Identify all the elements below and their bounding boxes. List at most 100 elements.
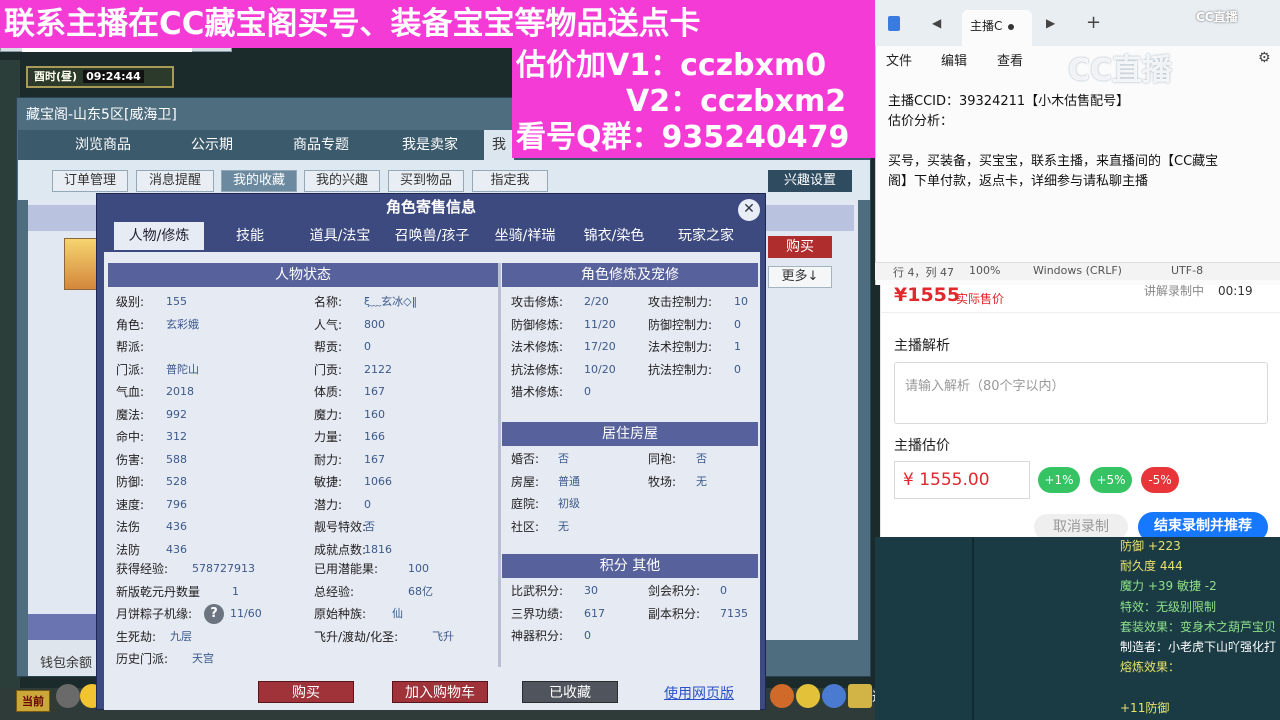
equipment-line: 防御 +223: [1120, 539, 1181, 553]
house-label: 庭院:: [511, 497, 540, 511]
notepad-tab-title: 主播C: [970, 19, 1003, 33]
minus-5-percent-button[interactable]: -5%: [1141, 467, 1179, 493]
analysis-input[interactable]: 请输入解析（80个字以内）: [894, 362, 1268, 424]
cultivation-value: 0: [584, 385, 591, 398]
notepad-line-2[interactable]: 估价分析：: [888, 112, 953, 132]
close-icon[interactable]: ✕: [738, 199, 760, 221]
status-value: 1066: [364, 475, 392, 488]
promo-banner-top: 联系主播在CC藏宝阁买号、装备宝宝等物品送点卡: [0, 0, 875, 48]
house-label: 房屋:: [511, 475, 540, 489]
equipment-line: 耐久度 444: [1120, 559, 1183, 573]
tab-skills[interactable]: 技能: [210, 222, 290, 250]
help-icon[interactable]: ?: [204, 604, 224, 624]
house-value: 无: [558, 520, 569, 533]
tab-items[interactable]: 道具/法宝: [296, 222, 384, 250]
notepad-line-1[interactable]: 主播CCID：39324211【小木估售配号】: [888, 92, 1129, 112]
nav-tab-public[interactable]: 公示期: [158, 130, 266, 160]
tab-pets[interactable]: 召唤兽/孩子: [386, 222, 478, 250]
status-label: 法伤: [116, 520, 141, 534]
recording-label: 讲解录制中: [1144, 284, 1205, 298]
menu-file[interactable]: 文件: [886, 50, 912, 69]
tab-mounts[interactable]: 坐骑/祥瑞: [482, 222, 568, 250]
equipment-line: 魔力 +39 敏捷 -2: [1120, 579, 1217, 593]
status-value: 1816: [364, 543, 392, 556]
mic-icon[interactable]: [56, 684, 80, 708]
add-to-cart-button[interactable]: 加入购物车: [392, 681, 488, 703]
settings-gear-icon[interactable]: ⚙: [1258, 50, 1271, 66]
status-label: 法防: [116, 543, 141, 557]
status-value: 992: [166, 408, 187, 421]
tabs-back-icon[interactable]: ◀: [932, 16, 941, 30]
subnav-interests[interactable]: 我的兴趣: [304, 170, 380, 192]
status-value: 155: [166, 295, 187, 308]
status-value: 0: [364, 340, 371, 353]
smile-icon[interactable]: [796, 684, 820, 708]
recording-status: 讲解录制中 00:19: [1144, 282, 1253, 299]
character-avatar[interactable]: [64, 238, 100, 290]
status-label: 体质:: [314, 385, 343, 399]
nav-tab-topics[interactable]: 商品专题: [266, 130, 376, 160]
status-value: 166: [364, 430, 385, 443]
subnav-designated[interactable]: 指定我: [472, 170, 548, 192]
status-label: 力量:: [314, 430, 343, 444]
menu-edit[interactable]: 编辑: [941, 50, 967, 69]
status-eol: Windows (CRLF): [1033, 264, 1122, 277]
status-label: 帮派:: [116, 340, 145, 354]
computer-icon[interactable]: [848, 684, 872, 708]
status-value: 玄彩娥: [166, 318, 199, 331]
notepad-statusbar: 行 4，列 47 100% Windows (CRLF) UTF-8: [875, 262, 1280, 280]
tab-character[interactable]: 人物/修炼: [114, 222, 204, 250]
buy-button[interactable]: 购买: [258, 681, 354, 703]
status-label: 耐力:: [314, 453, 343, 467]
pet-icon[interactable]: [822, 684, 846, 708]
interest-settings-button[interactable]: 兴趣设置: [768, 170, 852, 192]
nav-tab-browse[interactable]: 浏览商品: [48, 130, 158, 160]
status-label: 人气:: [314, 318, 343, 332]
new-tab-icon[interactable]: +: [1086, 12, 1101, 33]
status-value: 飞升: [432, 630, 454, 643]
status-label: 总经验:: [314, 585, 355, 599]
wallet-label: 钱包余额: [40, 656, 93, 671]
nav-tab-seller[interactable]: 我是卖家: [376, 130, 484, 160]
equipment-line: 特效：无级别限制: [1120, 600, 1217, 614]
side-more-button[interactable]: 更多↓: [768, 266, 832, 288]
clock-label: 酉时(昼): [34, 70, 78, 83]
notepad-tab[interactable]: 主播C: [962, 10, 1032, 46]
estimate-input[interactable]: ¥ 1555.00: [894, 461, 1030, 499]
subnav-orders[interactable]: 订单管理: [52, 170, 128, 192]
status-position: 行 4，列 47: [893, 266, 954, 279]
cultivation-label: 法术修炼:: [511, 340, 564, 354]
web-version-link[interactable]: 使用网页版: [664, 683, 734, 703]
clock-time: 09:24:44: [83, 70, 144, 83]
cookie-icon[interactable]: [770, 684, 794, 708]
dialog-title: 角色寄售信息: [385, 198, 476, 216]
equipment-line: 制造者：小老虎下山吖强化打: [1120, 640, 1277, 654]
notepad-icon: [888, 16, 900, 31]
cultivation-label: 抗法修炼:: [511, 363, 564, 377]
cultivation-value: 1: [734, 340, 741, 353]
cultivation-label: 防御修炼:: [511, 318, 564, 332]
tab-outfits[interactable]: 锦衣/染色: [572, 222, 656, 250]
notepad-line-4[interactable]: 阁】下单付款，返点卡，详细参与请私聊主播: [888, 172, 1148, 192]
subnav-messages[interactable]: 消息提醒: [136, 170, 214, 192]
status-value: 160: [364, 408, 385, 421]
collected-button[interactable]: 已收藏: [522, 681, 618, 703]
points-label: 三界功绩:: [511, 607, 564, 621]
menu-view[interactable]: 查看: [997, 50, 1023, 69]
plus-5-percent-button[interactable]: +5%: [1090, 467, 1132, 493]
side-buy-button[interactable]: 购买: [768, 236, 832, 258]
cultivation-label: 攻击修炼:: [511, 295, 564, 309]
cultivation-value: 2/20: [584, 295, 609, 308]
analysis-label: 主播解析: [894, 338, 950, 354]
current-channel-button[interactable]: 当前: [16, 690, 50, 712]
plus-1-percent-button[interactable]: +1%: [1038, 467, 1080, 493]
status-value: 436: [166, 543, 187, 556]
section-house-header: 居住房屋: [502, 422, 758, 446]
house-label: 婚否:: [511, 452, 540, 466]
notepad-line-3[interactable]: 买号，买装备，买宝宝，联系主播，来直播间的【CC藏宝: [888, 152, 1218, 172]
subnav-bought[interactable]: 买到物品: [388, 170, 464, 192]
subnav-favorites[interactable]: 我的收藏: [221, 170, 297, 192]
tabs-forward-icon[interactable]: ▶: [1046, 16, 1055, 30]
nav-tab-mine[interactable]: 我: [484, 130, 514, 160]
tab-home[interactable]: 玩家之家: [660, 222, 752, 250]
